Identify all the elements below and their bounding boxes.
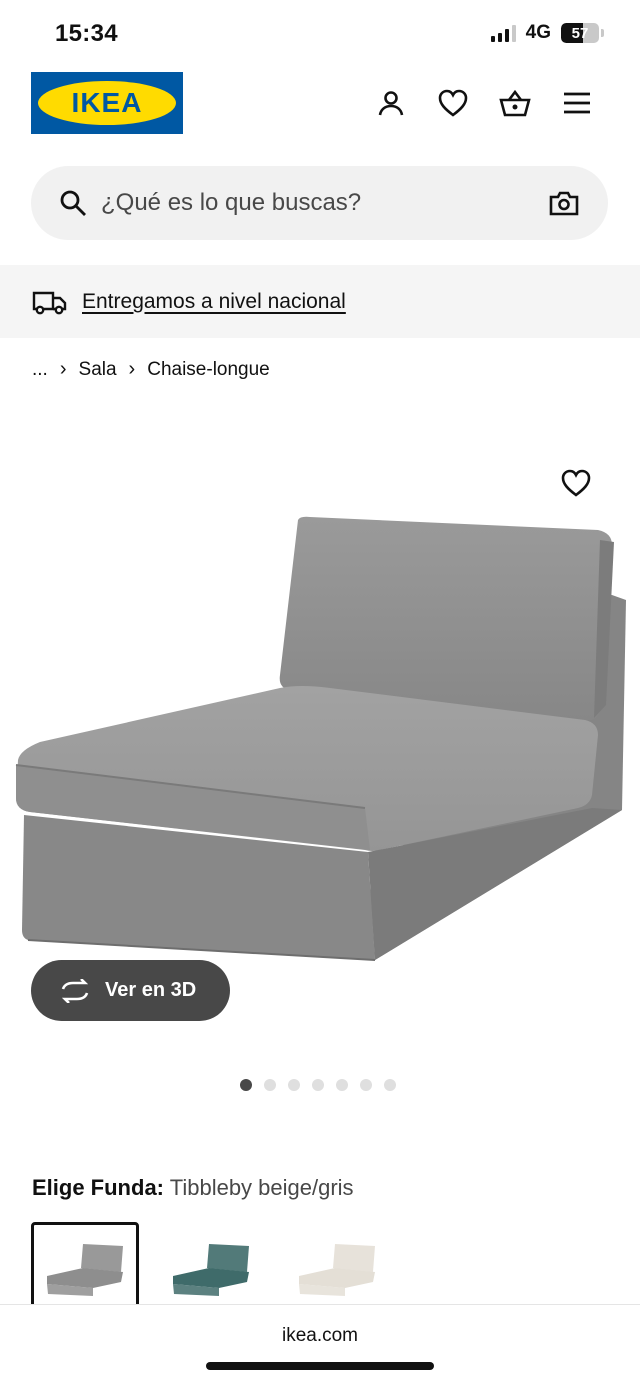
network-label: 4G	[525, 22, 551, 43]
carousel-dot[interactable]	[384, 1079, 396, 1091]
variant-value: Tibbleby beige/gris	[169, 1175, 354, 1200]
variant-swatch[interactable]	[157, 1222, 265, 1314]
chevron-right-icon: ›	[59, 358, 67, 380]
carousel-dot[interactable]	[288, 1079, 300, 1091]
status-bar: 15:34 4G 57	[0, 0, 640, 70]
carousel-dot[interactable]	[360, 1079, 372, 1091]
swatch-chaise-image	[47, 1244, 123, 1296]
breadcrumb-ellipsis[interactable]: ...	[32, 359, 48, 381]
swatch-chaise-image	[299, 1244, 375, 1296]
variant-swatch[interactable]	[31, 1222, 139, 1314]
carousel-dot[interactable]	[264, 1079, 276, 1091]
image-carousel-dots	[240, 1079, 396, 1091]
variant-label: Elige Funda:	[32, 1175, 164, 1200]
signal-icon	[490, 24, 516, 42]
truck-icon	[32, 291, 67, 314]
battery-icon: 57	[561, 23, 599, 43]
swatch-chaise-image	[173, 1244, 249, 1296]
logo-text: IKEA	[71, 87, 143, 118]
battery-level: 57	[571, 24, 589, 42]
status-time: 15:34	[55, 20, 118, 47]
delivery-link[interactable]: Entregamos a nivel nacional	[82, 290, 346, 314]
carousel-dot[interactable]	[240, 1079, 252, 1091]
status-right: 4G 57	[490, 22, 604, 44]
ikea-logo[interactable]: IKEA	[31, 72, 183, 134]
home-indicator	[206, 1362, 434, 1370]
header-actions	[374, 86, 594, 120]
breadcrumb-item-chaise-longue[interactable]: Chaise-longue	[147, 359, 270, 381]
logo-oval: IKEA	[38, 81, 176, 125]
site-header: IKEA	[0, 72, 640, 136]
delivery-banner: Entregamos a nivel nacional	[0, 265, 640, 338]
variant-swatch[interactable]	[283, 1222, 391, 1314]
camera-icon[interactable]	[548, 187, 580, 219]
search-input[interactable]	[101, 189, 548, 217]
breadcrumb: ... › Sala › Chaise-longue	[32, 358, 270, 381]
view-3d-button[interactable]: Ver en 3D	[31, 960, 230, 1021]
menu-icon[interactable]	[560, 86, 594, 120]
variant-selector-label: Elige Funda: Tibbleby beige/gris	[32, 1175, 354, 1201]
carousel-dot[interactable]	[312, 1079, 324, 1091]
view-3d-label: Ver en 3D	[105, 979, 197, 1001]
search-bar	[31, 166, 608, 240]
browser-url-bar[interactable]: ikea.com	[0, 1304, 640, 1384]
account-icon[interactable]	[374, 86, 408, 120]
breadcrumb-item-sala[interactable]: Sala	[79, 359, 117, 381]
basket-icon[interactable]	[498, 86, 532, 120]
favorite-heart-icon[interactable]	[560, 467, 592, 499]
rotate-3d-icon	[61, 978, 89, 1003]
carousel-dot[interactable]	[336, 1079, 348, 1091]
product-image[interactable]	[0, 420, 640, 980]
variant-swatches	[31, 1222, 391, 1314]
chevron-right-icon: ›	[128, 358, 136, 380]
battery-cap	[601, 29, 604, 37]
url-text: ikea.com	[281, 1325, 359, 1346]
heart-icon[interactable]	[436, 86, 470, 120]
search-icon	[60, 190, 86, 216]
